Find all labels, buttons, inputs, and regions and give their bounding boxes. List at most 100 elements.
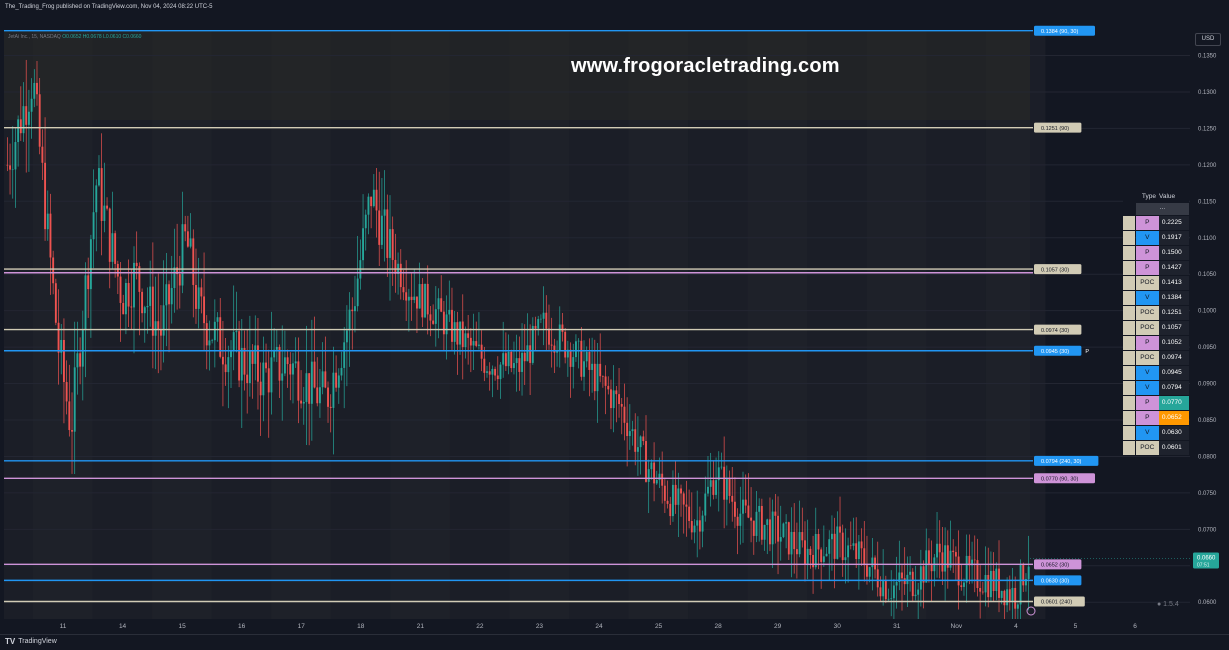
table-row: POC 0.1251 (1123, 306, 1189, 320)
price-chart[interactable]: 0.1384 (90, 30) 0.1251 (90) 0.1057 (30) 0.0… (0, 0, 1229, 649)
candle-body (513, 363, 515, 369)
candle-body (11, 169, 14, 171)
candle-body (680, 488, 682, 494)
candle-body (327, 387, 329, 407)
candle-body (17, 119, 20, 143)
candle-body (712, 480, 715, 495)
candle-body (615, 390, 618, 395)
row-type: POC (1135, 306, 1159, 320)
candle-body (337, 375, 340, 388)
levels-table: Type Value ... P 0.2225 V 0.1917 P 0.1500 P 0.1… (1123, 191, 1189, 455)
candle-body (623, 406, 626, 423)
candle-body (6, 164, 9, 166)
row-swatch (1123, 216, 1135, 230)
candle-body (704, 493, 707, 516)
candle-body (558, 324, 561, 351)
tradingview-label: TradingView (18, 638, 57, 645)
candle-body (321, 371, 324, 388)
candle-body (310, 361, 313, 404)
candle-body (324, 371, 327, 388)
row-swatch (1123, 441, 1135, 455)
candle-body (521, 352, 523, 372)
candle-body (483, 358, 486, 373)
candle-body (367, 196, 370, 215)
row-value: 0.1057 (1158, 321, 1189, 335)
candle-body (103, 205, 106, 221)
header-type: Type (1141, 193, 1156, 200)
candle-body (197, 287, 200, 309)
candle-body (221, 356, 224, 365)
candle-body (728, 478, 731, 496)
candle-body (628, 431, 631, 437)
candle-body (54, 283, 57, 323)
price-tick-label: 0.0900 (1198, 382, 1217, 388)
row-type: V (1135, 231, 1159, 245)
candle-body (1000, 590, 1003, 598)
legend-close: C0.0660 (122, 34, 142, 40)
candle-body (208, 340, 211, 346)
candle-body (574, 341, 577, 358)
candle-body (693, 525, 696, 533)
candle-body (963, 582, 965, 587)
candle-body (375, 189, 378, 211)
row-swatch (1123, 276, 1135, 290)
candle-body (445, 314, 448, 335)
candle-body (394, 259, 397, 274)
candle-body (647, 469, 650, 482)
time-tick-label: 5 (1074, 623, 1078, 630)
candle-body (906, 574, 909, 585)
price-tick-label: 0.0950 (1198, 345, 1217, 351)
candle-body (903, 578, 906, 585)
candle-body (1027, 566, 1030, 579)
candle-body (488, 371, 491, 375)
candle-body (243, 347, 246, 375)
candle-body (292, 363, 294, 375)
symbol-legend: JetAi Inc., 15, NASDAQ O0.0652 H0.0678 L… (8, 34, 141, 40)
candle-body (612, 390, 615, 409)
candle-body (744, 499, 747, 506)
time-tick-label: 11 (60, 623, 67, 630)
candle-body (146, 305, 149, 308)
candle-body (814, 533, 817, 568)
candle-body (723, 466, 726, 500)
candle-body (917, 589, 920, 595)
candle-body (709, 480, 712, 487)
candle-body (289, 364, 292, 375)
candle-body (876, 569, 879, 588)
candle-body (577, 340, 580, 342)
candle-body (752, 520, 755, 536)
candle-body (661, 473, 664, 486)
candle-body (820, 549, 823, 562)
candle-body (413, 296, 416, 301)
candle-body (742, 499, 744, 514)
last-price-value: 0.0660 (1197, 555, 1216, 561)
candle-body (213, 321, 216, 341)
candle-body (701, 515, 704, 532)
candle-body (839, 526, 841, 533)
candle-body (278, 346, 281, 381)
candle-body (30, 98, 33, 112)
candle-body (1022, 564, 1025, 586)
candle-body (186, 231, 189, 247)
row-type: V (1135, 381, 1159, 395)
row-type: POC (1135, 441, 1159, 455)
candle-body (545, 312, 548, 329)
candle-body (36, 82, 38, 95)
candle-body (372, 189, 375, 207)
candle-body (154, 321, 157, 336)
candle-body (542, 312, 545, 319)
candle-body (965, 555, 968, 583)
tradingview-brand[interactable]: TV TradingView (5, 637, 57, 646)
legend-open: O0.0652 (62, 34, 82, 40)
candle-body (437, 298, 440, 310)
candle-body (71, 430, 73, 432)
candle-body (863, 548, 866, 566)
candle-body (302, 401, 305, 404)
candle-body (504, 353, 507, 367)
candle-body (499, 364, 502, 380)
candle-body (518, 358, 521, 372)
candle-body (583, 361, 585, 377)
table-row: P 0.1052 (1123, 336, 1189, 350)
candle-body (122, 302, 125, 315)
currency-button[interactable]: USD (1195, 33, 1221, 46)
